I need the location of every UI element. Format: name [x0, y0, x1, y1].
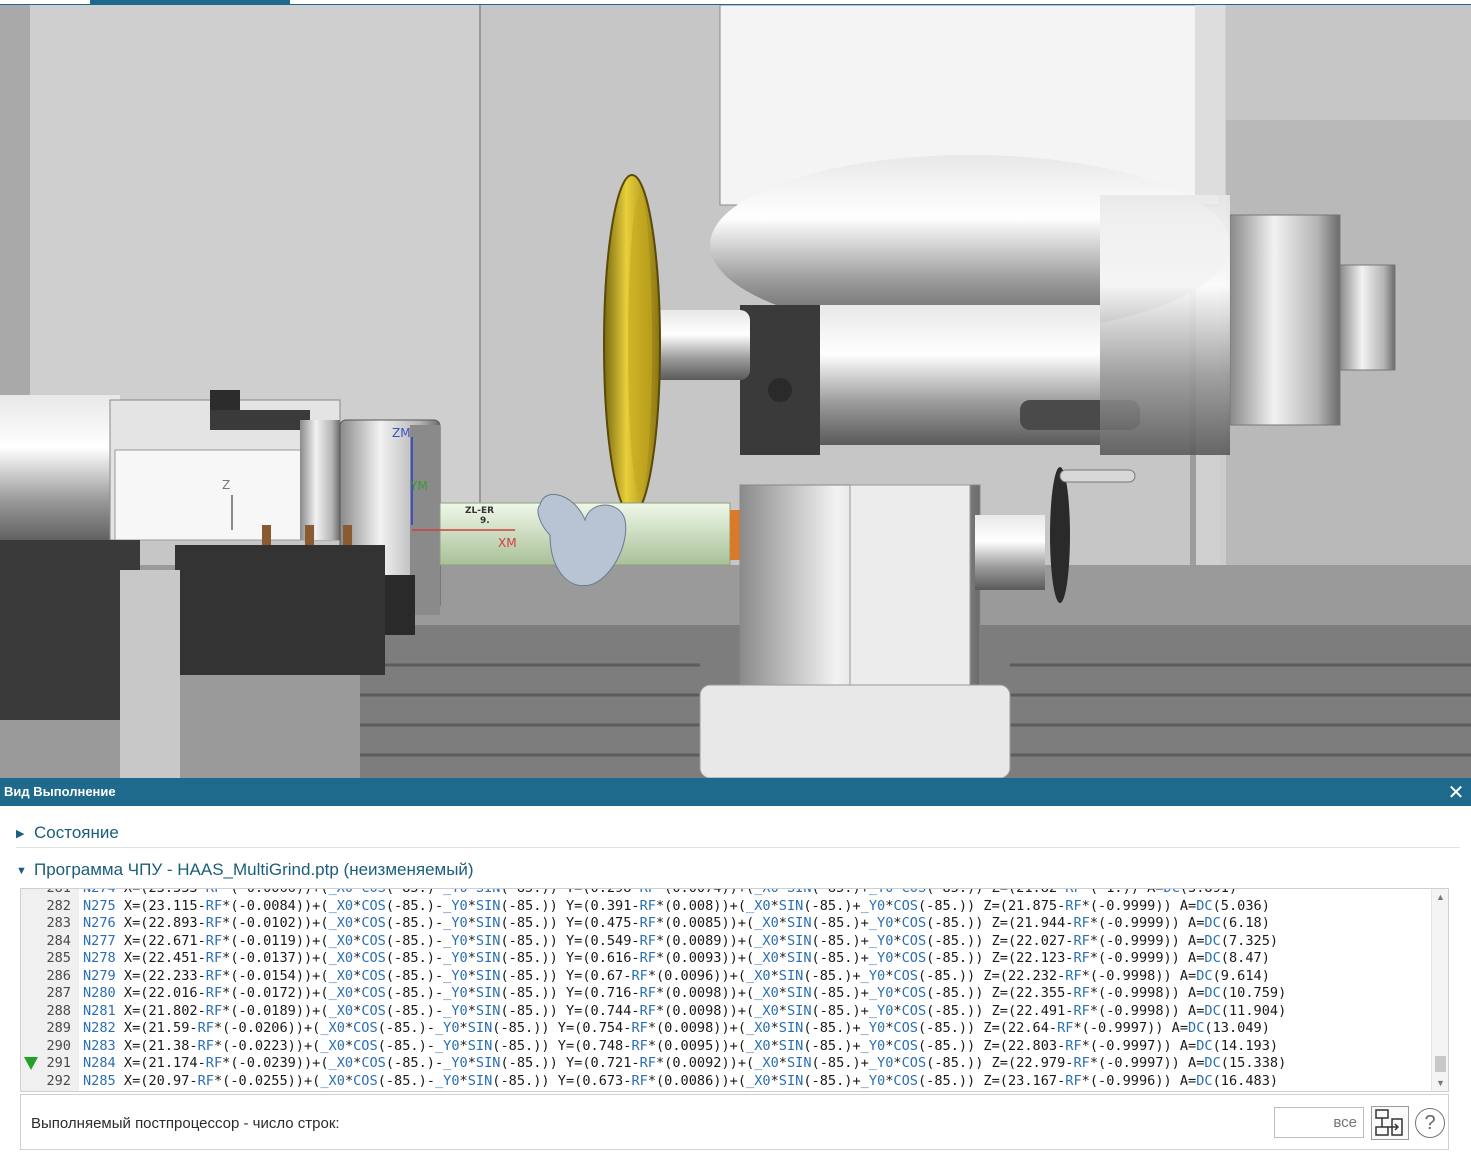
- line-number: 286: [46, 967, 71, 984]
- axis-z-label: Z: [222, 478, 230, 492]
- section-state-label: Состояние: [34, 823, 119, 842]
- code-line[interactable]: 284 N277 X=(22.671-RF*(-0.0119))+(_X0*COS…: [21, 933, 1431, 951]
- section-state-header[interactable]: ▶ Состояние: [16, 818, 1460, 848]
- line-number: 285: [46, 950, 71, 966]
- scroll-down-arrow-icon[interactable]: ▼: [1432, 1075, 1448, 1091]
- line-text: N274 X=(23.333-RF*(-0.0066))+(_X0*COS(-8…: [83, 888, 1238, 896]
- line-number: 289: [46, 1020, 71, 1036]
- line-text: N276 X=(22.893-RF*(-0.0102))+(_X0*COS(-8…: [83, 915, 1270, 931]
- line-number: 290: [46, 1037, 71, 1054]
- vertical-scrollbar[interactable]: ▲ ▼: [1431, 889, 1448, 1091]
- help-icon[interactable]: ?: [1415, 1108, 1445, 1138]
- line-number: 283: [46, 915, 71, 931]
- line-text: N278 X=(22.451-RF*(-0.0137))+(_X0*COS(-8…: [83, 950, 1270, 966]
- code-line[interactable]: 291 N284 X=(21.174-RF*(-0.0239))+(_X0*COS…: [21, 1055, 1431, 1073]
- line-text: N279 X=(22.233-RF*(-0.0154))+(_X0*COS(-8…: [83, 967, 1270, 984]
- nc-code-listing[interactable]: 281 N274 X=(23.333-RF*(-0.0066))+(_X0*COS…: [20, 888, 1449, 1092]
- postprocessor-lines-label: Выполняемый постпроцессор - число строк:: [31, 1115, 340, 1132]
- section-nc-program-header[interactable]: ▼ Программа ЧПУ - HAAS_MultiGrind.ptp (не…: [16, 855, 1460, 885]
- code-line[interactable]: 281 N274 X=(23.333-RF*(-0.0066))+(_X0*COS…: [21, 888, 1431, 898]
- code-line[interactable]: 283 N276 X=(22.893-RF*(-0.0102))+(_X0*COS…: [21, 915, 1431, 933]
- line-text: N281 X=(21.802-RF*(-0.0189))+(_X0*COS(-8…: [83, 1002, 1287, 1019]
- code-line[interactable]: 288 N281 X=(21.802-RF*(-0.0189))+(_X0*COS…: [21, 1003, 1431, 1021]
- flowchart-export-icon: [1375, 1109, 1403, 1136]
- machine-3d-scene: Z ZM YM XM ZL-ER 9.: [0, 5, 1471, 778]
- code-line[interactable]: 292 N285 X=(20.97-RF*(-0.0255))+(_X0*COS(…: [21, 1073, 1431, 1091]
- line-number: 288: [46, 1002, 71, 1019]
- code-line[interactable]: 285 N278 X=(22.451-RF*(-0.0137))+(_X0*COS…: [21, 950, 1431, 968]
- part-engraving-line1: ZL-ER: [465, 506, 494, 516]
- line-number: 284: [46, 932, 71, 949]
- code-line[interactable]: 287 N280 X=(22.016-RF*(-0.0172))+(_X0*COS…: [21, 985, 1431, 1003]
- part-engraving-line2: 9.: [480, 516, 490, 526]
- line-number: 287: [46, 985, 71, 1001]
- close-icon[interactable]: ✕: [1445, 781, 1467, 803]
- line-text: N283 X=(21.38-RF*(-0.0223))+(_X0*COS(-85…: [83, 1037, 1279, 1054]
- chevron-right-icon: ▶: [16, 827, 25, 840]
- section-program-label: Программа ЧПУ - HAAS_MultiGrind.ptp (неи…: [34, 860, 474, 879]
- execute-postprocessor-button[interactable]: [1371, 1106, 1409, 1140]
- chevron-down-icon: ▼: [16, 864, 27, 877]
- line-text: N275 X=(23.115-RF*(-0.0084))+(_X0*COS(-8…: [83, 897, 1270, 914]
- line-text: N280 X=(22.016-RF*(-0.0172))+(_X0*COS(-8…: [83, 985, 1287, 1001]
- line-count-input[interactable]: [1274, 1107, 1364, 1138]
- line-text: N284 X=(21.174-RF*(-0.0239))+(_X0*COS(-8…: [83, 1055, 1287, 1071]
- scroll-up-arrow-icon[interactable]: ▲: [1432, 889, 1448, 905]
- axis-xm-label: XM: [498, 536, 517, 550]
- scroll-thumb[interactable]: [1435, 1056, 1446, 1072]
- line-number: 282: [46, 897, 71, 914]
- code-line[interactable]: 282 N275 X=(23.115-RF*(-0.0084))+(_X0*COS…: [21, 898, 1431, 916]
- line-number: 292: [46, 1072, 71, 1089]
- code-line[interactable]: 286 N279 X=(22.233-RF*(-0.0154))+(_X0*COS…: [21, 968, 1431, 986]
- panel-title-text: Вид Выполнение: [4, 784, 116, 799]
- axis-ym-label: YM: [409, 479, 428, 493]
- execution-view-panel: Вид Выполнение ✕ ▶ Состояние ▼ Программа Ч…: [0, 778, 1471, 1155]
- line-number: 281: [46, 888, 71, 896]
- line-number: 291: [46, 1055, 71, 1071]
- code-lines: 281 N274 X=(23.333-RF*(-0.0066))+(_X0*COS…: [21, 888, 1431, 1091]
- machine-simulation-viewport[interactable]: Z ZM YM XM ZL-ER 9.: [0, 5, 1471, 778]
- line-text: N277 X=(22.671-RF*(-0.0119))+(_X0*COS(-8…: [83, 932, 1279, 949]
- panel-title: Вид Выполнение ✕: [0, 778, 1471, 806]
- code-line[interactable]: 289 N282 X=(21.59-RF*(-0.0206))+(_X0*COS(…: [21, 1020, 1431, 1038]
- axis-zm-label: ZM: [392, 426, 411, 440]
- code-line[interactable]: 290 N283 X=(21.38-RF*(-0.0223))+(_X0*COS(…: [21, 1038, 1431, 1056]
- postprocessor-footer: Выполняемый постпроцессор - число строк:…: [20, 1094, 1449, 1150]
- line-text: N285 X=(20.97-RF*(-0.0255))+(_X0*COS(-85…: [83, 1072, 1279, 1089]
- line-text: N282 X=(21.59-RF*(-0.0206))+(_X0*COS(-85…: [83, 1020, 1270, 1036]
